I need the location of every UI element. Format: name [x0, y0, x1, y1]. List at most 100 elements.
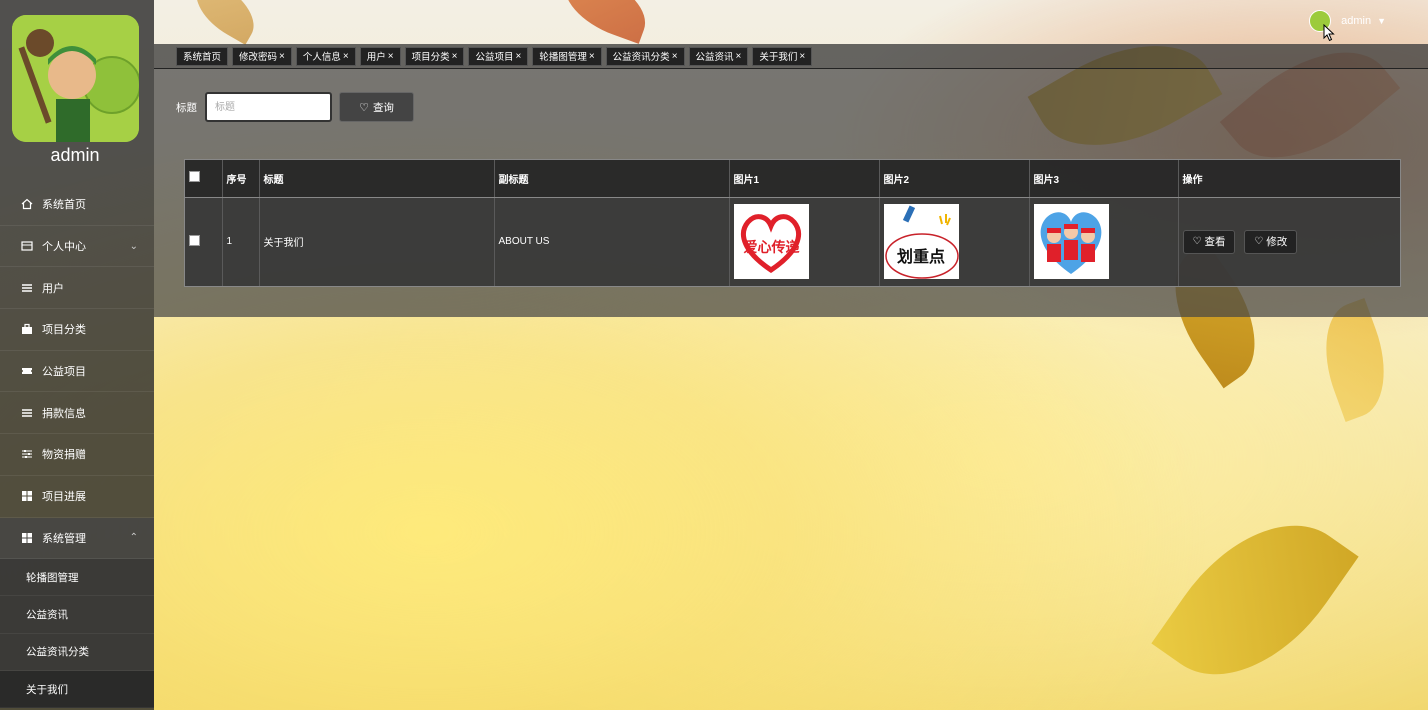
sidebar-item-label: 公益项目 — [42, 366, 86, 379]
chevron-up-icon: ⌃ — [129, 532, 138, 544]
view-button-label: 查看 — [1204, 236, 1226, 249]
briefcase-icon — [20, 322, 34, 336]
sidebar-item-label: 用户 — [42, 282, 64, 295]
sidebar-item-users[interactable]: 用户 — [0, 267, 154, 310]
sidebar-subitem-charity-news[interactable]: 公益资讯 — [0, 596, 154, 634]
tab-home[interactable]: 系统首页 — [176, 46, 229, 66]
header-username: admin — [1341, 15, 1372, 27]
cell-title: 关于我们 — [259, 197, 495, 286]
view-button[interactable]: ♡ 查看 — [1182, 229, 1236, 254]
close-icon[interactable]: × — [452, 51, 458, 62]
tab-label: 公益项目 — [475, 52, 514, 63]
edit-button-label: 修改 — [1266, 236, 1288, 249]
table-header-row: 序号 标题 副标题 图片1 图片2 图片3 操作 — [185, 160, 1400, 198]
tab-carousel[interactable]: 轮播图管理 × — [532, 46, 602, 66]
sidebar-subitem-carousel[interactable]: 轮播图管理 — [0, 559, 154, 597]
tab-charity-news[interactable]: 公益资讯 × — [688, 46, 749, 66]
cell-image1: 爱心传递 — [729, 197, 880, 286]
sidebar-item-project-progress[interactable]: 项目进展 — [0, 476, 154, 518]
id-card-icon — [20, 239, 34, 253]
sidebar-item-charity-projects[interactable]: 公益项目 — [0, 351, 154, 393]
heart-icon: ♡ — [1192, 236, 1202, 248]
select-all-checkbox[interactable] — [189, 171, 200, 183]
tab-project-category[interactable]: 项目分类 × — [404, 46, 465, 66]
image1-thumbnail[interactable]: 爱心传递 — [733, 204, 809, 280]
table-row: 1 关于我们 ABOUT US 爱心传递 划重点 ♡ 查看 ♡ 修改 — [185, 197, 1400, 286]
column-header: 副标题 — [494, 160, 730, 198]
column-header: 图片1 — [729, 160, 880, 198]
tab-news-category[interactable]: 公益资讯分类 × — [605, 46, 685, 66]
heart-icon: ♡ — [359, 101, 369, 114]
sidebar-item-label: 系统管理 — [42, 532, 86, 545]
sidebar-item-donations[interactable]: 捐款信息 — [0, 392, 154, 435]
column-header: 操作 — [1178, 160, 1400, 198]
tab-label: 公益资讯 — [695, 52, 734, 63]
tab-charity-projects[interactable]: 公益项目 × — [468, 46, 529, 66]
column-header: 图片3 — [1029, 160, 1179, 198]
tab-label: 项目分类 — [411, 52, 450, 63]
sidebar-item-personal-center[interactable]: 个人中心 ⌄ — [0, 226, 154, 268]
caret-down-icon: ▼ — [1377, 16, 1386, 26]
search-input[interactable] — [205, 92, 332, 122]
tab-about-us[interactable]: 关于我们 × — [752, 46, 813, 66]
search-bar: 标题 ♡ 查询 — [176, 92, 414, 122]
search-button[interactable]: ♡ 查询 — [339, 92, 414, 122]
sliders-icon — [20, 447, 34, 461]
sidebar-subitem-news-category[interactable]: 公益资讯分类 — [0, 633, 154, 672]
avatar — [12, 15, 139, 142]
background-leaf — [1151, 487, 1359, 710]
sidebar-item-label: 项目分类 — [42, 324, 86, 337]
cell-actions: ♡ 查看 ♡ 修改 — [1178, 197, 1400, 286]
image3-thumbnail[interactable] — [1033, 204, 1109, 280]
grid-icon — [20, 531, 34, 545]
close-icon[interactable]: × — [672, 51, 678, 62]
row-checkbox[interactable] — [189, 234, 200, 246]
search-label: 标题 — [176, 101, 197, 114]
sidebar-menu: 系统首页 个人中心 ⌄ 用户 项目分类 公益项目 捐款信息 物资捐赠 项目进展 … — [0, 184, 154, 709]
search-button-label: 查询 — [372, 101, 394, 114]
edit-button[interactable]: ♡ 修改 — [1244, 229, 1298, 254]
image2-caption: 划重点 — [896, 247, 944, 266]
tab-users[interactable]: 用户 × — [359, 46, 401, 66]
top-header: admin ▼ — [154, 0, 1428, 44]
tab-label: 个人信息 — [302, 52, 341, 63]
sidebar-item-label: 项目进展 — [42, 491, 86, 504]
close-icon[interactable]: × — [589, 51, 595, 62]
heart-icon: ♡ — [1254, 236, 1264, 248]
tab-strip: 系统首页 修改密码 × 个人信息 × 用户 × 项目分类 × 公益项目 × 轮播图管理 × … — [154, 44, 1428, 69]
data-table: 序号 标题 副标题 图片1 图片2 图片3 操作 1 关于我们 ABOUT US — [184, 159, 1401, 287]
tab-personal-info[interactable]: 个人信息 × — [295, 46, 356, 66]
sidebar-username: admin — [50, 145, 100, 165]
tab-label: 修改密码 — [239, 52, 278, 63]
column-header: 图片2 — [879, 160, 1030, 198]
sidebar-item-project-category[interactable]: 项目分类 — [0, 309, 154, 351]
tab-label: 关于我们 — [759, 52, 798, 63]
sidebar-item-home[interactable]: 系统首页 — [0, 184, 154, 226]
sidebar-item-label: 物资捐赠 — [42, 449, 86, 462]
sidebar-item-label: 捐款信息 — [42, 407, 86, 420]
close-icon[interactable]: × — [799, 51, 805, 62]
user-menu[interactable]: admin ▼ — [1309, 10, 1386, 32]
image1-caption: 爱心传递 — [743, 239, 799, 256]
tab-label: 轮播图管理 — [539, 52, 587, 63]
sidebar-item-label: 系统首页 — [42, 199, 86, 212]
close-icon[interactable]: × — [279, 51, 285, 62]
image2-thumbnail[interactable]: 划重点 — [883, 204, 959, 280]
row-select-cell — [185, 197, 223, 286]
column-header: 标题 — [259, 160, 495, 198]
sidebar-item-material-donations[interactable]: 物资捐赠 — [0, 434, 154, 476]
close-icon[interactable]: × — [388, 51, 394, 62]
cell-image2: 划重点 — [879, 197, 1030, 286]
close-icon[interactable]: × — [343, 51, 349, 62]
cell-index: 1 — [222, 197, 260, 286]
sidebar-item-label: 个人中心 — [42, 241, 86, 254]
close-icon[interactable]: × — [736, 51, 742, 62]
sidebar-subitem-about-us[interactable]: 关于我们 — [0, 671, 154, 709]
sidebar-item-system-management[interactable]: 系统管理 ⌃ — [0, 517, 154, 560]
close-icon[interactable]: × — [515, 51, 521, 62]
home-icon — [20, 197, 34, 211]
cell-subtitle: ABOUT US — [494, 197, 730, 286]
tab-change-password[interactable]: 修改密码 × — [232, 46, 292, 66]
main-panel: 标题 ♡ 查询 序号 标题 副标题 图片1 图片2 图片3 操作 — [154, 69, 1428, 317]
grid-icon — [20, 489, 34, 503]
